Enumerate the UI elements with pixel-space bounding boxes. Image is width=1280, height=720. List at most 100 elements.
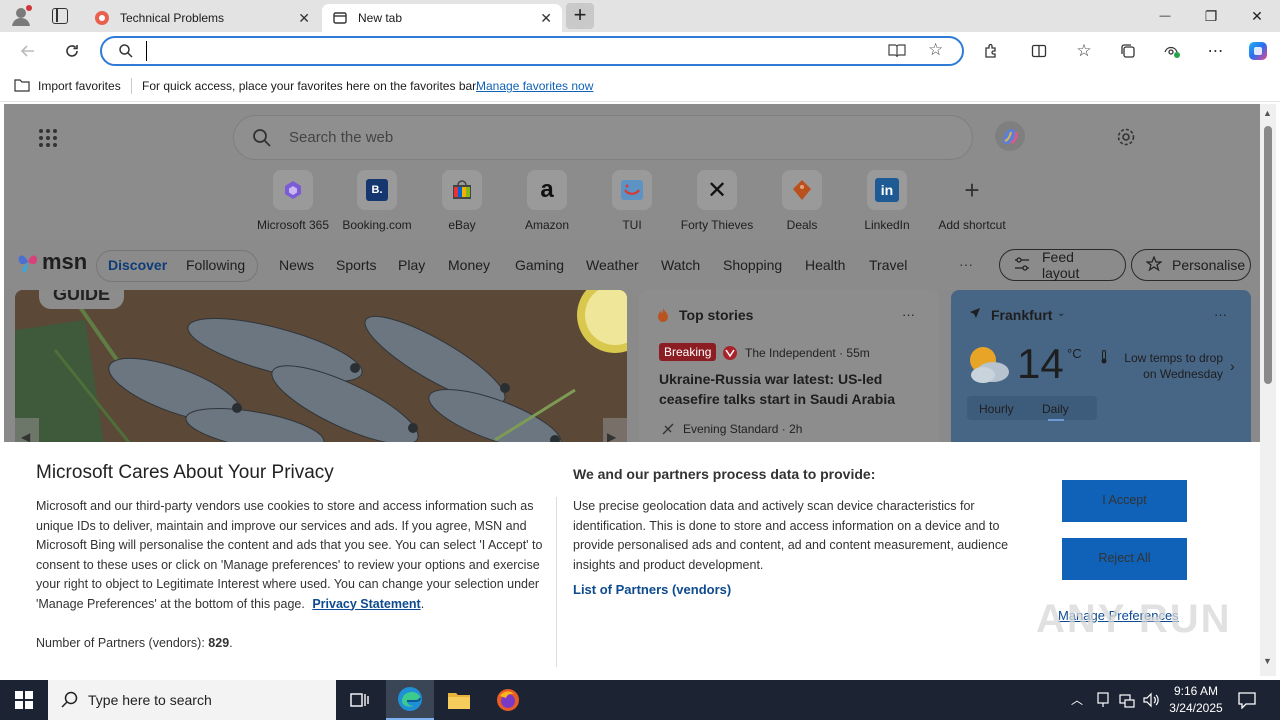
new-tab-favicon-icon bbox=[332, 10, 348, 26]
story-headline[interactable]: Ukraine-Russia war latest: US-led ceasef… bbox=[659, 369, 924, 409]
split-screen-icon[interactable] bbox=[1027, 39, 1051, 63]
scroll-up-icon[interactable]: ▲ bbox=[1263, 108, 1272, 118]
tab-actions-icon[interactable] bbox=[52, 8, 68, 24]
nav-item-sports[interactable]: Sports bbox=[336, 257, 376, 273]
shortcut-amazon[interactable]: a Amazon bbox=[507, 170, 587, 232]
nav-item-weather[interactable]: Weather bbox=[586, 257, 639, 273]
tab-hourly[interactable]: Hourly bbox=[979, 402, 1014, 416]
new-tab-button[interactable]: + bbox=[566, 3, 594, 29]
refresh-icon[interactable] bbox=[60, 39, 84, 63]
scroll-thumb[interactable] bbox=[1264, 126, 1272, 384]
shortcut-booking[interactable]: B. Booking.com bbox=[337, 170, 417, 232]
extensions-icon[interactable] bbox=[979, 39, 1003, 63]
immersive-reader-icon[interactable] bbox=[888, 43, 906, 62]
tab-discover[interactable]: Discover bbox=[108, 257, 167, 273]
web-search-placeholder: Search the web bbox=[289, 129, 394, 146]
manage-favorites-link[interactable]: Manage favorites now bbox=[476, 79, 593, 93]
nav-item-shopping[interactable]: Shopping bbox=[723, 257, 782, 273]
clock-time: 9:16 AM bbox=[1173, 684, 1219, 698]
file-explorer-icon[interactable] bbox=[435, 680, 483, 720]
ntp-header: Search the web Microsoft 365 B. Booking.… bbox=[4, 104, 1260, 240]
taskbar-search-placeholder: Type here to search bbox=[88, 692, 212, 708]
volume-icon[interactable] bbox=[1143, 692, 1159, 711]
tab-following[interactable]: Following bbox=[186, 257, 245, 273]
weather-next-icon[interactable]: › bbox=[1230, 358, 1235, 374]
msn-logo-text: msn bbox=[42, 249, 88, 274]
profile-icon[interactable] bbox=[10, 5, 32, 27]
feed-layout-button[interactable]: Feed layout bbox=[999, 249, 1126, 281]
close-window-button[interactable]: ✕ bbox=[1234, 0, 1280, 32]
partners-list-link[interactable]: List of Partners (vendors) bbox=[573, 580, 731, 600]
page-scrollbar[interactable]: ▲ ▼ bbox=[1260, 104, 1276, 676]
msn-logo[interactable]: msn bbox=[16, 249, 87, 275]
close-tab-icon[interactable]: ✕ bbox=[298, 10, 310, 27]
copilot-icon[interactable] bbox=[1246, 39, 1270, 63]
period: . bbox=[420, 596, 425, 611]
nav-item-news[interactable]: News bbox=[279, 257, 314, 273]
shortcut-deals[interactable]: Deals bbox=[762, 170, 842, 232]
nav-item-health[interactable]: Health bbox=[805, 257, 845, 273]
performance-icon[interactable] bbox=[1160, 39, 1184, 63]
add-favorite-icon[interactable]: ☆ bbox=[928, 40, 943, 60]
tab-daily[interactable]: Daily bbox=[1042, 402, 1069, 416]
minimize-button[interactable]: — bbox=[1142, 0, 1188, 32]
shortcut-add[interactable]: + Add shortcut bbox=[932, 170, 1012, 233]
shortcut-linkedin[interactable]: in LinkedIn bbox=[847, 170, 927, 232]
address-bar[interactable]: ☆ bbox=[100, 36, 964, 66]
accept-button[interactable]: I Accept bbox=[1062, 480, 1187, 522]
breaking-badge: Breaking bbox=[659, 343, 717, 361]
shortcut-ebay[interactable]: eBay bbox=[422, 170, 502, 232]
shortcut-microsoft-365[interactable]: Microsoft 365 bbox=[253, 170, 333, 232]
back-icon[interactable] bbox=[16, 39, 40, 63]
firefox-icon[interactable] bbox=[484, 680, 532, 720]
restore-button[interactable]: ❐ bbox=[1188, 0, 1234, 32]
forty-thieves-icon: ✕ bbox=[697, 170, 737, 210]
ethernet-icon[interactable] bbox=[1119, 692, 1135, 711]
reject-all-button[interactable]: Reject All bbox=[1062, 538, 1187, 580]
page-settings-icon[interactable] bbox=[1116, 127, 1136, 150]
close-tab-icon[interactable]: ✕ bbox=[540, 10, 552, 27]
privacy-statement-link[interactable]: Privacy Statement bbox=[312, 597, 420, 611]
nav-item-watch[interactable]: Watch bbox=[661, 257, 700, 273]
notifications-icon[interactable] bbox=[1238, 691, 1256, 712]
nav-item-money[interactable]: Money bbox=[448, 257, 490, 273]
favorites-divider bbox=[131, 78, 132, 94]
windows-start-icon[interactable] bbox=[0, 680, 48, 720]
shortcut-tui[interactable]: TUI bbox=[592, 170, 672, 232]
weather-city[interactable]: Frankfurt bbox=[991, 307, 1052, 323]
copilot-icon[interactable] bbox=[994, 120, 1026, 155]
weather-more-icon[interactable]: ··· bbox=[1214, 307, 1227, 322]
nav-item-gaming[interactable]: Gaming bbox=[515, 257, 564, 273]
import-favorites-button[interactable]: Import favorites bbox=[38, 79, 121, 93]
taskbar-search-box[interactable]: Type here to search bbox=[48, 680, 336, 720]
tab-technical-problems[interactable]: Technical Problems ✕ bbox=[84, 4, 320, 32]
shortcut-forty-thieves[interactable]: ✕ Forty Thieves bbox=[677, 170, 757, 232]
weather-card[interactable]: Frankfurt ⌄ ··· 14 °C Low temps to drop … bbox=[951, 290, 1251, 450]
task-view-icon[interactable] bbox=[336, 680, 384, 720]
app-launcher-icon[interactable] bbox=[38, 128, 58, 148]
favorites-icon[interactable]: ☆ bbox=[1072, 39, 1096, 63]
show-hidden-icons[interactable]: ︿ bbox=[1071, 691, 1083, 708]
collections-icon[interactable] bbox=[1116, 39, 1140, 63]
web-search-box[interactable]: Search the web bbox=[233, 115, 973, 160]
add-shortcut-icon: + bbox=[952, 170, 992, 210]
sardines-image bbox=[15, 290, 627, 450]
top-stories-more-icon[interactable]: ··· bbox=[902, 307, 915, 322]
nav-more-icon[interactable]: ··· bbox=[959, 256, 973, 272]
booking-glyph: B. bbox=[366, 179, 388, 201]
settings-more-icon[interactable]: ⋯ bbox=[1204, 39, 1228, 63]
edge-taskbar-icon[interactable] bbox=[386, 680, 434, 720]
tab-new-tab[interactable]: New tab ✕ bbox=[322, 4, 562, 32]
shortcut-label: Forty Thieves bbox=[680, 218, 754, 232]
nav-item-play[interactable]: Play bbox=[398, 257, 425, 273]
chevron-down-icon[interactable]: ⌄ bbox=[1057, 308, 1065, 319]
personalise-button[interactable]: Personalise bbox=[1131, 249, 1251, 281]
hero-card[interactable]: GUIDE ◀ ▶ bbox=[15, 290, 627, 450]
network-icon[interactable] bbox=[1096, 692, 1110, 711]
nav-item-travel[interactable]: Travel bbox=[869, 257, 907, 273]
scroll-down-icon[interactable]: ▼ bbox=[1263, 656, 1272, 666]
linkedin-glyph: in bbox=[875, 178, 899, 202]
partners-count: 829 bbox=[208, 636, 230, 650]
clock[interactable]: 9:16 AM 3/24/2025 bbox=[1166, 683, 1226, 717]
address-input[interactable] bbox=[146, 41, 866, 61]
